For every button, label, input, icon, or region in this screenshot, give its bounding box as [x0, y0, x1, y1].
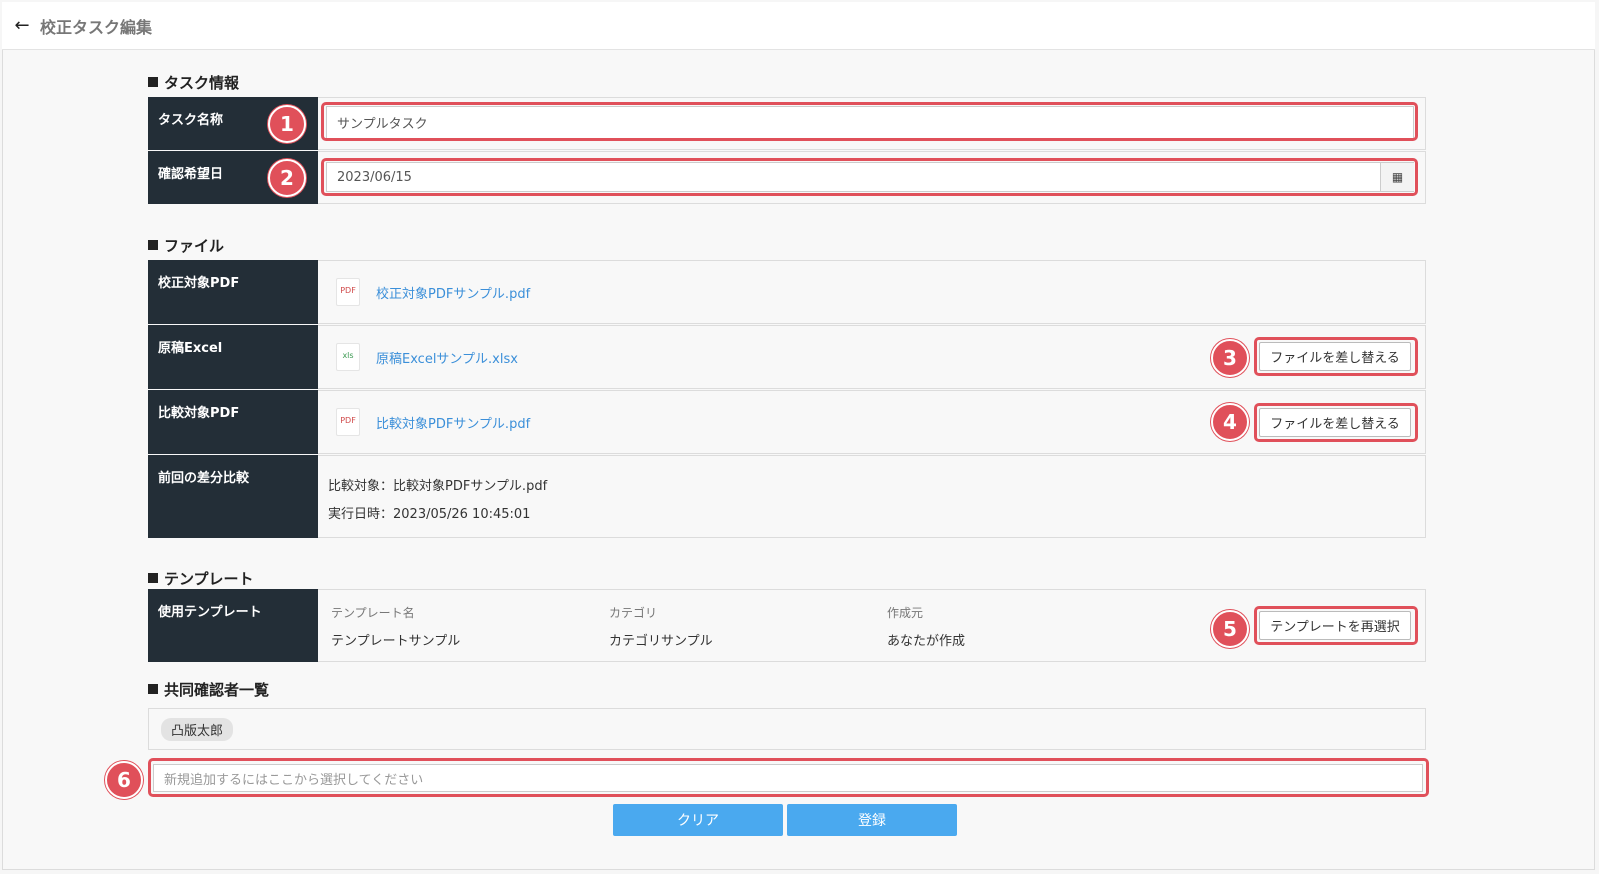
excel-label: 原稿Excel: [148, 325, 318, 389]
highlight-2: [321, 158, 1418, 196]
highlight-6: [148, 758, 1429, 797]
reviewer-chip[interactable]: 凸版太郎: [161, 718, 234, 741]
annotation-badge-5: 5: [1211, 610, 1249, 648]
compare-pdf-label: 比較対象PDF: [148, 390, 318, 454]
square-bullet-icon: [148, 573, 158, 583]
template-category-value: カテゴリサンプル: [609, 634, 713, 649]
template-name-value: テンプレートサンプル: [331, 634, 461, 649]
compare-pdf-link[interactable]: 比較対象PDFサンプル.pdf: [376, 413, 530, 432]
section-title-reviewers: 共同確認者一覧: [148, 679, 269, 700]
page-title: 校正タスク編集: [40, 17, 153, 37]
square-bullet-icon: [148, 684, 158, 694]
arrow-left-icon[interactable]: ←: [12, 15, 32, 36]
template-category-header: カテゴリ: [609, 606, 658, 620]
highlight-4: [1254, 403, 1418, 442]
excel-file: xls 原稿Excelサンプル.xlsx: [336, 343, 518, 371]
prev-diff-cell: [318, 455, 1426, 538]
annotation-badge-6: 6: [105, 761, 143, 799]
prev-diff-label: 前回の差分比較: [148, 455, 318, 538]
section-title-template: テンプレート: [148, 568, 254, 589]
highlight-1: [321, 102, 1418, 141]
pdf-file-icon: PDF: [336, 278, 360, 306]
target-pdf-link[interactable]: 校正対象PDFサンプル.pdf: [376, 283, 530, 302]
pdf-file-icon: PDF: [336, 408, 360, 436]
annotation-badge-4: 4: [1211, 403, 1249, 441]
prev-diff-date: 実行日時：2023/05/26 10:45:01: [328, 507, 531, 522]
template-label: 使用テンプレート: [148, 589, 318, 662]
highlight-5: [1254, 606, 1418, 645]
target-pdf-file: PDF 校正対象PDFサンプル.pdf: [336, 278, 530, 306]
clear-button[interactable]: クリア: [613, 804, 783, 836]
compare-pdf-file: PDF 比較対象PDFサンプル.pdf: [336, 408, 530, 436]
section-title-file: ファイル: [148, 235, 224, 256]
highlight-3: [1254, 337, 1418, 376]
target-pdf-label: 校正対象PDF: [148, 260, 318, 324]
prev-diff-target: 比較対象：比較対象PDFサンプル.pdf: [328, 479, 548, 494]
excel-link[interactable]: 原稿Excelサンプル.xlsx: [376, 348, 518, 367]
header-bar: ← 校正タスク編集: [2, 2, 1595, 50]
annotation-badge-2: 2: [268, 159, 306, 197]
square-bullet-icon: [148, 77, 158, 87]
template-name-header: テンプレート名: [331, 606, 415, 620]
section-title-task-info: タスク情報: [148, 72, 239, 93]
template-creator-value: あなたが作成: [887, 634, 966, 649]
annotation-badge-1: 1: [268, 105, 306, 143]
excel-file-icon: xls: [336, 343, 360, 371]
square-bullet-icon: [148, 240, 158, 250]
annotation-badge-3: 3: [1211, 339, 1249, 377]
submit-button[interactable]: 登録: [787, 804, 957, 836]
reviewer-list: [148, 708, 1426, 750]
template-creator-header: 作成元: [887, 606, 924, 620]
